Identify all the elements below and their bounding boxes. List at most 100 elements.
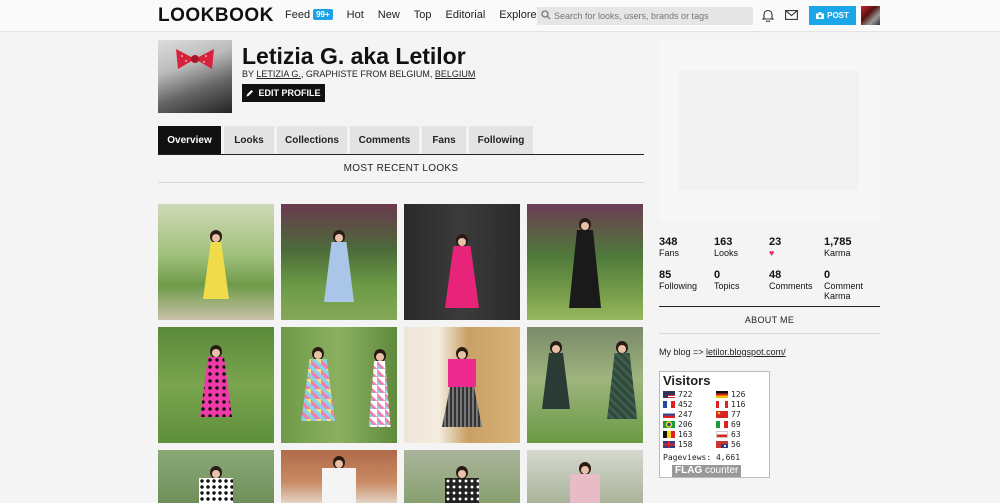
search-input[interactable] (537, 7, 753, 25)
visitor-count: 56 (731, 440, 741, 449)
model-figure (201, 230, 231, 320)
look-thumbnail[interactable] (404, 327, 520, 443)
tab-fans[interactable]: Fans (422, 126, 466, 154)
nav-new[interactable]: New (378, 9, 400, 21)
stat-karma-count: 1,785 (824, 236, 852, 248)
model-figure (568, 218, 602, 320)
post-button[interactable]: POST (809, 6, 856, 25)
stat-comments-label: Comments (769, 281, 813, 291)
flag-counter-brand2: counter (702, 465, 739, 476)
author-link[interactable]: LETIZIA G. (256, 69, 301, 79)
de-flag-icon (716, 391, 728, 398)
model-figure (199, 345, 233, 443)
bell-icon[interactable] (762, 9, 774, 22)
visitor-count: 158 (678, 440, 693, 449)
model-figure (323, 230, 355, 320)
lookbook-logo[interactable]: LOOKBOOK (158, 5, 274, 27)
visitor-count: 126 (731, 390, 746, 399)
visitor-count: 206 (678, 420, 693, 429)
tab-overview[interactable]: Overview (158, 126, 221, 154)
model-figure (322, 456, 356, 503)
look-thumbnail[interactable] (158, 204, 274, 320)
stat-comment-karma-count: 0 (824, 269, 831, 281)
heart-icon: ♥ (769, 248, 775, 258)
look-thumbnail[interactable] (404, 450, 520, 503)
look-thumbnail[interactable] (527, 450, 643, 503)
stat-following-count: 85 (659, 269, 672, 281)
ca-flag-icon (716, 401, 728, 408)
stat-comments[interactable]: 48 Comments (769, 269, 813, 292)
user-avatar[interactable] (861, 6, 880, 25)
country-link[interactable]: BELGIUM (435, 69, 476, 79)
pl-flag-icon (716, 431, 728, 438)
nav-top[interactable]: Top (414, 9, 432, 21)
nav-editorial[interactable]: Editorial (446, 9, 486, 21)
stat-comment-karma: 0 Comment Karma (824, 269, 880, 302)
section-divider (158, 182, 644, 183)
visitor-row: 163 (663, 430, 692, 439)
look-thumbnail[interactable] (527, 327, 643, 443)
look-thumbnail[interactable] (281, 204, 397, 320)
tab-following[interactable]: Following (469, 126, 533, 154)
stat-topics[interactable]: 0 Topics (714, 270, 740, 292)
stat-looks[interactable]: 163 Looks (714, 236, 739, 259)
nav-hot[interactable]: Hot (347, 9, 364, 21)
visitor-row: 206 (663, 420, 692, 429)
visitor-count: 77 (731, 410, 741, 419)
look-thumbnail[interactable] (158, 327, 274, 443)
stat-following[interactable]: 85 Following (659, 269, 698, 292)
be-flag-icon (663, 431, 675, 438)
profile-byline: BY LETIZIA G., GRAPHISTE FROM BELGIUM, B… (242, 69, 475, 79)
us-flag-icon (663, 391, 675, 398)
visitor-count: 722 (678, 390, 693, 399)
stat-comments-count: 48 (769, 269, 782, 281)
visitor-count: 116 (731, 400, 746, 409)
model-figure (445, 466, 479, 503)
visitor-row: 126 (716, 390, 745, 399)
main-nav: Feed99+ Hot New Top Editorial Explore▼ (285, 9, 561, 21)
look-thumbnail[interactable] (527, 204, 643, 320)
stat-fans-label: Fans (659, 248, 680, 258)
visitor-count: 247 (678, 410, 693, 419)
tab-collections[interactable]: Collections (277, 126, 347, 154)
model-figure (368, 349, 392, 443)
visitor-count: 69 (731, 420, 741, 429)
stat-looks-count: 163 (714, 236, 733, 248)
visitor-row: 69 (716, 420, 741, 429)
blog-link[interactable]: letilor.blogspot.com/ (706, 347, 786, 357)
byline-by: BY (242, 69, 254, 79)
visitor-row: 63 (716, 430, 741, 439)
mail-icon[interactable] (785, 10, 798, 20)
model-figure (542, 341, 570, 443)
pencil-icon (246, 90, 254, 97)
model-figure (570, 462, 600, 503)
flag-counter-widget[interactable]: Visitors 722 452 247 206 163 158 126 116… (659, 371, 770, 478)
model-figure (199, 466, 233, 503)
post-button-label: POST (827, 11, 849, 20)
visitor-count: 63 (731, 430, 741, 439)
blog-prefix: My blog => (659, 347, 707, 357)
edit-profile-label: EDIT PROFILE (258, 88, 321, 98)
it-flag-icon (716, 421, 728, 428)
flag-counter-logo: FLAG counter (672, 465, 742, 477)
stat-following-label: Following (659, 281, 698, 291)
tab-comments[interactable]: Comments (350, 126, 419, 154)
look-thumbnail[interactable] (281, 450, 397, 503)
flag-counter-title: Visitors (663, 373, 711, 388)
stat-looks-label: Looks (714, 248, 739, 258)
look-thumbnail[interactable] (158, 450, 274, 503)
nav-feed[interactable]: Feed 99+ (285, 9, 333, 21)
visitor-row: 247 (663, 410, 692, 419)
look-thumbnail[interactable] (281, 327, 397, 443)
tab-looks[interactable]: Looks (224, 126, 274, 154)
about-divider-bottom (659, 333, 880, 334)
camera-icon (816, 12, 825, 19)
au-flag-icon (716, 441, 728, 448)
byline-role: , GRAPHISTE FROM BELGIUM, (300, 69, 435, 79)
edit-profile-button[interactable]: EDIT PROFILE (242, 84, 325, 102)
flag-counter-brand1: FLAG (675, 465, 703, 476)
stat-fans[interactable]: 348 Fans (659, 237, 680, 259)
about-me-title: ABOUT ME (744, 315, 795, 325)
search-icon (541, 10, 551, 20)
look-thumbnail[interactable] (404, 204, 520, 320)
